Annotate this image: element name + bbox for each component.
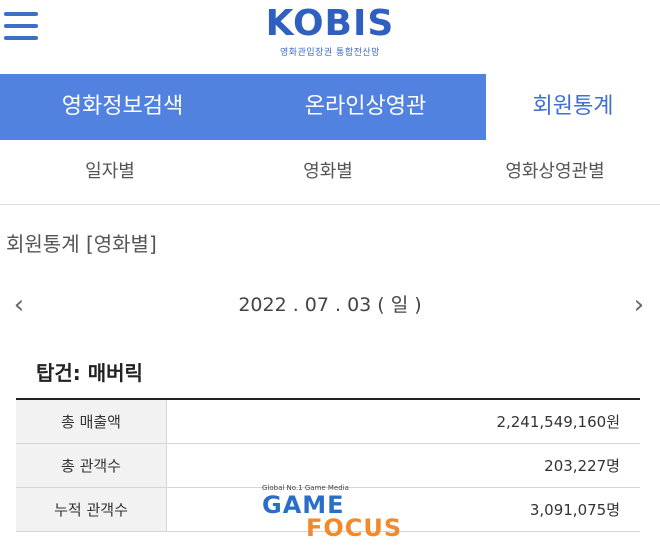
sub-nav: 일자별 영화별 영화상영관별 xyxy=(0,140,660,205)
movie-title: 탑건: 매버릭 xyxy=(36,361,143,385)
kobis-logo[interactable]: KOBIS 영화관입장권 통합전산망 xyxy=(0,3,660,59)
subnav-item-by-movie[interactable]: 영화별 xyxy=(258,140,398,204)
logo-text: KOBIS xyxy=(265,3,395,44)
table-row: 총 매출액 2,241,549,160원 xyxy=(16,399,640,444)
stat-value: 3,091,075명 xyxy=(166,487,640,532)
main-nav: 영화정보검색 온라인상영관 회원통계 xyxy=(0,74,660,140)
stat-value: 2,241,549,160원 xyxy=(166,399,640,444)
stat-label: 총 매출액 xyxy=(16,399,167,444)
stat-value: 203,227명 xyxy=(166,443,640,488)
tab-member-stats[interactable]: 회원통계 xyxy=(486,74,660,140)
chevron-right-icon[interactable]: › xyxy=(624,285,654,325)
subnav-item-by-theater[interactable]: 영화상영관별 xyxy=(480,140,630,204)
stat-label: 총 관객수 xyxy=(16,443,167,488)
table-row: 누적 관객수 3,091,075명 xyxy=(16,487,640,532)
date-navigator: 2022 . 07 . 03 ( 일 ) ‹ › xyxy=(0,285,660,325)
subnav-item-daily[interactable]: 일자별 xyxy=(40,140,180,204)
table-row: 총 관객수 203,227명 xyxy=(16,443,640,488)
stat-label: 누적 관객수 xyxy=(16,487,167,532)
tab-movie-search[interactable]: 영화정보검색 xyxy=(0,74,245,140)
current-date: 2022 . 07 . 03 ( 일 ) xyxy=(238,294,422,316)
tab-online-theater[interactable]: 온라인상영관 xyxy=(245,74,486,140)
page-title: 회원통계 [영화별] xyxy=(6,232,157,256)
stats-table: 총 매출액 2,241,549,160원 총 관객수 203,227명 누적 관… xyxy=(16,398,640,532)
logo-subtitle: 영화관입장권 통합전산망 xyxy=(280,48,380,58)
app-header: KOBIS 영화관입장권 통합전산망 xyxy=(0,0,660,74)
chevron-left-icon[interactable]: ‹ xyxy=(4,285,34,325)
